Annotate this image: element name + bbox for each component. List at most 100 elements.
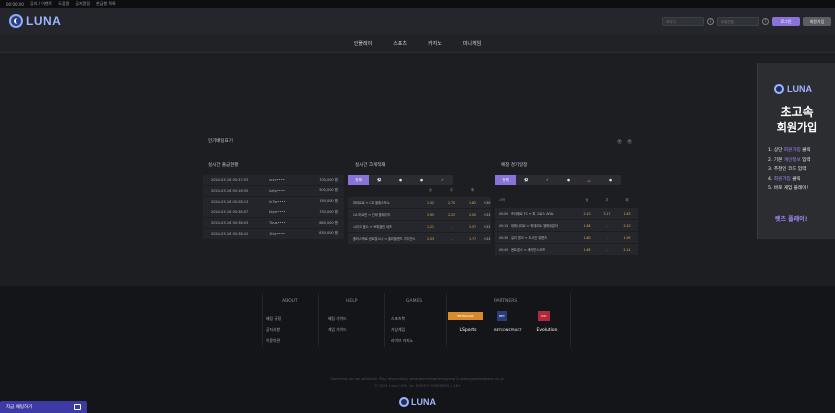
tab-basketball[interactable]: ● xyxy=(558,175,579,185)
footer-divider xyxy=(384,293,385,347)
tab-soccer[interactable]: ⚽ xyxy=(516,175,537,185)
moon-icon xyxy=(399,397,409,407)
live-chat-button[interactable]: 지금 채팅하기 xyxy=(0,401,87,413)
footer-divider xyxy=(570,293,571,347)
id-input[interactable] xyxy=(662,17,704,26)
banner-step: 1. 상단 회원가입 클릭 xyxy=(768,148,811,153)
topbar-link-notice[interactable]: 공지 / 이벤트 xyxy=(30,1,52,7)
table-row: 2024-03-16 00:38:03 7bus•••• 660,000 원 xyxy=(203,218,344,229)
withdrawals-table: 2024-03-16 00:37:53 sccc•••• 700,000 원 202… xyxy=(203,175,344,240)
topbar-link-list[interactable]: 현금형 목록 xyxy=(96,1,116,7)
footer-divider xyxy=(318,293,319,347)
table-row: 2024-03-16 00:16:55 lsrfp•••• 500,000 원 xyxy=(203,185,344,196)
list-item[interactable]: 시라고 볼스 ↔ 브뤼클린 네츠 1.21-3.57 +22 xyxy=(348,221,491,232)
table-row: 2024-03-16 00:28:13 ln7w•••• 190,000 원 xyxy=(203,196,344,207)
footer-logo: LUNA xyxy=(399,397,436,407)
footer-link[interactable]: 공지사항 xyxy=(266,327,280,333)
footer-logo-text: LUNA xyxy=(411,397,436,407)
panel-title: 인기배팅표기 xyxy=(208,139,233,144)
partner-bet-logo: BET xyxy=(497,311,507,321)
banner-logo: LUNA xyxy=(774,84,812,94)
banner-logo-text: LUNA xyxy=(787,84,812,94)
banner-step: 4. 회원가입 클릭 xyxy=(768,176,801,182)
moon-icon xyxy=(774,84,784,94)
add-icon[interactable]: + xyxy=(617,139,622,144)
table-row: 2024-03-16 00:38:41 1thc•••• 830,000 원 xyxy=(203,228,344,239)
nav-item-casino[interactable]: 카지노 xyxy=(428,40,442,47)
help-icon[interactable]: ? xyxy=(707,18,714,25)
banner-steps: 1. 상단 회원가입 클릭 2. 기본 개인정보 입력 3. 추천인 코드 입력… xyxy=(768,146,811,194)
nav-item-sports[interactable]: 스포츠 xyxy=(393,40,407,47)
tab-baseball[interactable]: ● xyxy=(411,175,432,185)
chat-icon xyxy=(74,404,81,410)
upcoming-tabs: 전체 ⚽ ✓ ● 🏒 ● xyxy=(495,175,621,185)
combo-head: 승 무 패 xyxy=(429,188,474,192)
top-bar: 00:00:00 공지 / 이벤트 도움말 공지알림 현금형 목록 xyxy=(0,0,835,8)
signup-banner[interactable]: LUNA 초고속 회원가입 1. 상단 회원가입 클릭 2. 기본 개인정보 입… xyxy=(757,63,835,239)
clock: 00:00:00 xyxy=(6,1,24,7)
footer-copyright: © 2024 Luna.COM, Inc. RIGHTS RESERVED. |… xyxy=(374,384,461,388)
list-item[interactable]: 플라스엑로 센트럴스나 ↔ 클리블랜드 가디언스 2.03-1.77 +22 xyxy=(348,233,491,244)
list-item[interactable]: CA 마르린 ↔ 인테 플레이드 3.95 2.25 2.00 +22 xyxy=(348,209,491,220)
header: LUNA ? ? 로그인 회원가입 xyxy=(0,8,835,34)
nav-item-minigame[interactable]: 미니게임 xyxy=(463,40,481,47)
topbar-link-help[interactable]: 도움말 xyxy=(58,1,69,7)
banner-cta: 렛츠 플레이! xyxy=(775,216,808,223)
partner-idc-logo: IDC xyxy=(538,311,550,321)
list-item[interactable]: 00:15 테레나미르 ↔ 피테리트 헬레네알아 1.84-2.10 xyxy=(495,220,638,231)
list-item[interactable]: 00:00 프라페르 FC ↔ 피 그로스 AFAL 2.10 3.17 1.63 xyxy=(495,208,638,219)
banner-subtitle: 회원가입 xyxy=(776,121,818,134)
footer-about-title: ABOUT xyxy=(282,299,298,304)
withdrawals-title: 실시간 출금현황 xyxy=(208,163,239,168)
list-item[interactable]: 00:45 센트랄스 ↔ 세리빈스코프 1.65-2.14 xyxy=(495,244,638,255)
partner-lsports-logo: LSports xyxy=(459,327,477,333)
list-item[interactable]: 파비르로 ↔ CD 올레스포노 1.52 2.75 1.82 +20 xyxy=(348,197,491,208)
upcoming-title: 예정 경기일정 xyxy=(501,163,528,168)
footer-games-title: GAMES xyxy=(406,299,423,304)
join-button[interactable]: 회원가입 xyxy=(803,17,831,26)
banner-step: 5. 바로 게임 플레이! xyxy=(768,186,809,191)
logo-moon-icon xyxy=(9,14,23,28)
tab-all[interactable]: 전체 xyxy=(348,175,369,185)
partner-evolution-logo: Evolution xyxy=(536,327,558,333)
nav-item-inplay[interactable]: 인플레이 xyxy=(354,40,372,47)
table-row: 2024-03-16 00:38:07 kkye•••• 730,000 원 xyxy=(203,207,344,218)
footer-link[interactable]: 스포츠북 xyxy=(391,316,405,322)
main-nav: 인플레이 스포츠 카지노 미니게임 xyxy=(0,34,835,53)
list-item[interactable]: 00:30 길리 윙크 ↔ 도사진 워팬츠 1.80-1.95 xyxy=(495,232,638,243)
tab-all[interactable]: 전체 xyxy=(495,175,516,185)
partner-betradar-logo: BETRADAR xyxy=(448,312,483,320)
add-icon[interactable]: + xyxy=(627,139,632,144)
footer xyxy=(0,286,835,413)
footer-divider xyxy=(446,293,447,347)
login-area: ? ? 로그인 회원가입 xyxy=(662,17,831,26)
tab-hockey[interactable]: 🏒 xyxy=(579,175,600,185)
login-button[interactable]: 로그인 xyxy=(772,17,800,26)
tab-basketball[interactable]: ● xyxy=(390,175,411,185)
tab-tennis[interactable]: ✓ xyxy=(537,175,558,185)
footer-link[interactable]: 배팅 규정 xyxy=(266,316,281,322)
table-row: 2024-03-16 00:37:53 sccc•••• 700,000 원 xyxy=(203,175,344,185)
footer-link[interactable]: 게임 가이드 xyxy=(328,327,347,333)
footer-link[interactable]: 이용약관 xyxy=(266,338,280,344)
banner-title: 초고속 xyxy=(780,105,814,119)
chat-label: 지금 채팅하기 xyxy=(6,405,33,410)
footer-link[interactable]: 배팅 가이드 xyxy=(328,316,347,322)
combo-tabs: 전체 ⚽ ● ● ✓ xyxy=(348,175,453,185)
footer-partners-title: PARTNERS xyxy=(494,299,518,304)
logo[interactable]: LUNA xyxy=(9,14,61,28)
topbar-link-alert[interactable]: 공지알림 xyxy=(75,1,90,7)
partner-betconstruct-logo: BETCONSTRUCT xyxy=(494,328,522,332)
password-input[interactable] xyxy=(717,17,759,26)
combo-title: 실시간 크게적재 xyxy=(355,163,386,168)
help-icon[interactable]: ? xyxy=(762,18,769,25)
tab-soccer[interactable]: ⚽ xyxy=(369,175,390,185)
tab-baseball[interactable]: ● xyxy=(600,175,621,185)
footer-help-title: HELP xyxy=(346,299,358,304)
logo-text: LUNA xyxy=(26,14,62,28)
footer-link[interactable]: 라이브 카지노 xyxy=(391,338,413,344)
banner-step: 2. 기본 개인정보 입력 xyxy=(768,157,811,163)
banner-step: 3. 추천인 코드 입력 xyxy=(768,167,807,172)
footer-link[interactable]: 가상게임 xyxy=(391,327,405,333)
tab-tennis[interactable]: ✓ xyxy=(432,175,453,185)
